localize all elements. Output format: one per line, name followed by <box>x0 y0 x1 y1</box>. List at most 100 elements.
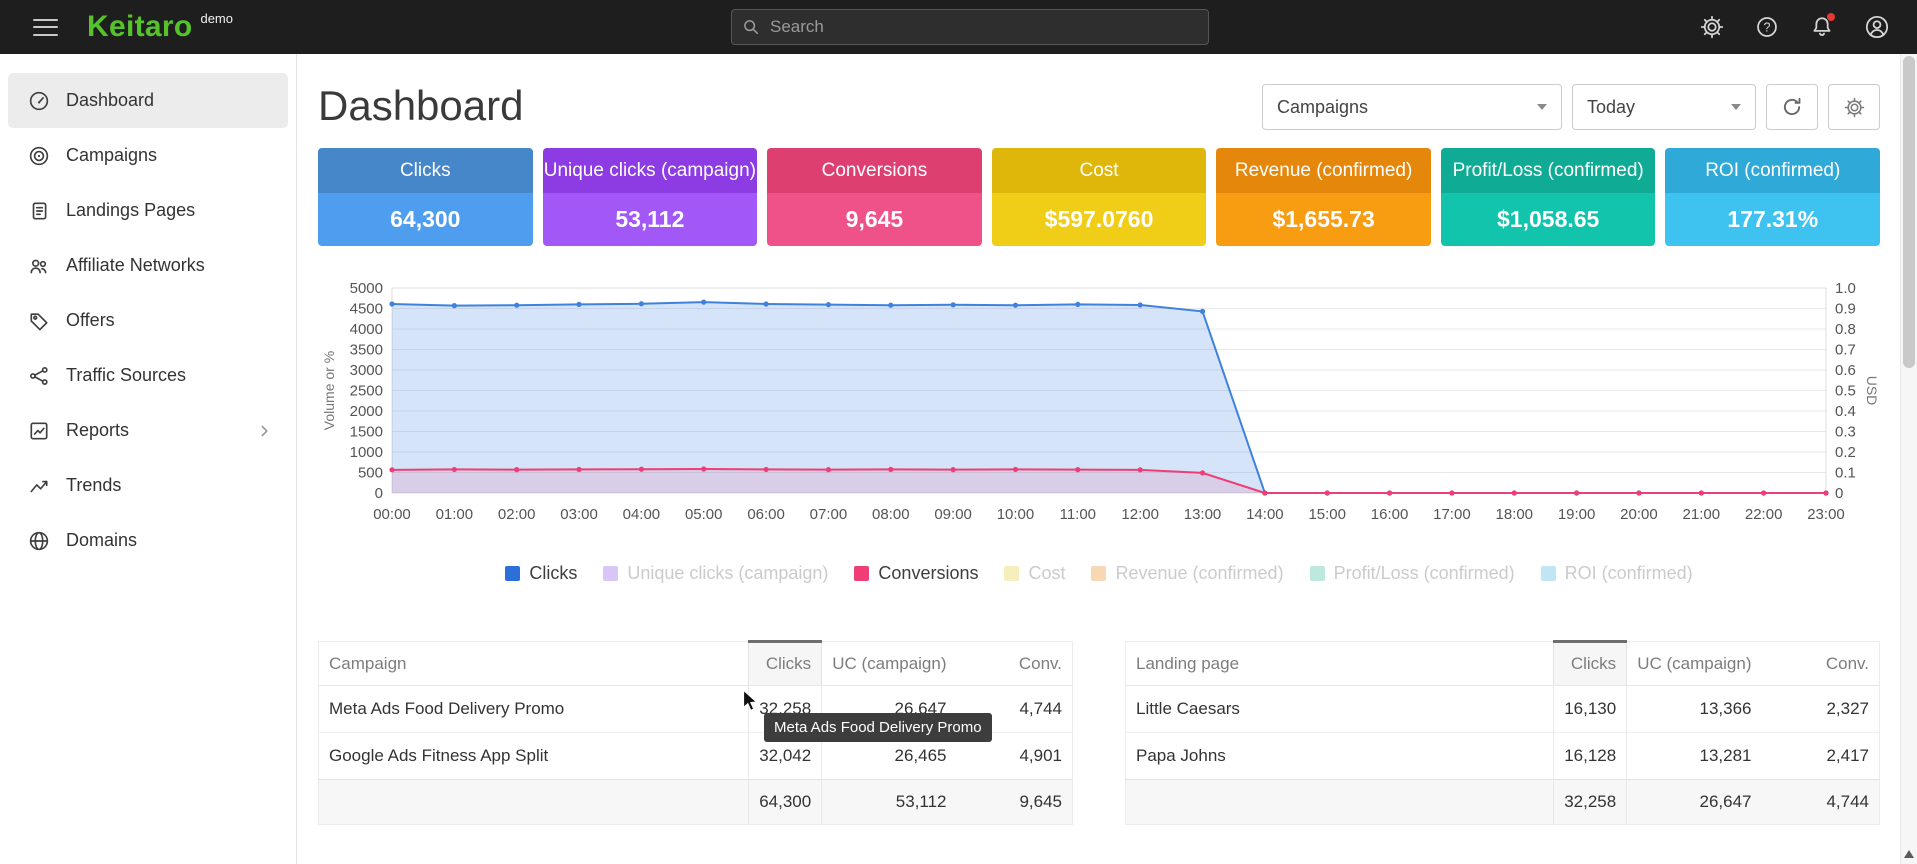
grouping-select[interactable]: Campaigns <box>1262 84 1562 130</box>
help-icon[interactable]: ? <box>1753 13 1781 41</box>
traffic-sources-icon <box>28 365 50 387</box>
stat-card-profit-loss-confirmed[interactable]: Profit/Loss (confirmed)$1,058.65 <box>1441 148 1656 246</box>
legend-item-cost[interactable]: Cost <box>1004 563 1065 584</box>
sidebar-item-campaigns[interactable]: Campaigns <box>8 128 288 183</box>
value-cell: 16,128 <box>1554 733 1627 780</box>
column-header-uc-campaign[interactable]: UC (campaign) <box>1627 642 1762 686</box>
svg-text:04:00: 04:00 <box>623 506 661 523</box>
svg-text:?: ? <box>1764 21 1771 35</box>
svg-text:02:00: 02:00 <box>498 506 536 523</box>
demo-badge: demo <box>200 11 233 26</box>
stat-card-value: 64,300 <box>318 193 533 246</box>
column-header-campaign[interactable]: Campaign <box>319 642 749 686</box>
hamburger-menu-icon[interactable] <box>33 19 58 36</box>
sidebar-item-label: Reports <box>66 420 129 441</box>
svg-text:0.6: 0.6 <box>1835 362 1856 379</box>
date-range-select[interactable]: Today <box>1572 84 1756 130</box>
stat-card-value: $597.0760 <box>992 193 1207 246</box>
value-cell: 16,130 <box>1554 686 1627 733</box>
sidebar-item-label: Offers <box>66 310 115 331</box>
row-tooltip: Meta Ads Food Delivery Promo <box>764 713 992 742</box>
svg-text:0.8: 0.8 <box>1835 321 1856 338</box>
column-header-clicks[interactable]: Clicks <box>749 642 822 686</box>
scroll-up-arrow-icon[interactable] <box>1904 850 1914 858</box>
reports-icon <box>28 420 50 442</box>
sidebar-item-label: Affiliate Networks <box>66 255 205 276</box>
svg-text:2000: 2000 <box>350 403 383 420</box>
sidebar-item-domains[interactable]: Domains <box>8 513 288 568</box>
table-row[interactable]: Papa Johns16,12813,2812,417 <box>1126 733 1880 780</box>
search-input[interactable] <box>768 16 1198 38</box>
sidebar-item-reports[interactable]: Reports <box>8 403 288 458</box>
svg-text:4000: 4000 <box>350 321 383 338</box>
column-header-clicks[interactable]: Clicks <box>1554 642 1627 686</box>
stat-card-conversions[interactable]: Conversions9,645 <box>767 148 982 246</box>
chevron-down-icon <box>1537 104 1547 110</box>
stat-card-label: ROI (confirmed) <box>1665 148 1880 193</box>
refresh-button[interactable] <box>1766 84 1818 130</box>
svg-text:0: 0 <box>1835 485 1843 502</box>
svg-text:19:00: 19:00 <box>1558 506 1596 523</box>
account-avatar-icon[interactable] <box>1863 13 1891 41</box>
legend-item-unique-clicks-campaign[interactable]: Unique clicks (campaign) <box>603 563 828 584</box>
landings-table: Landing pageClicksUC (campaign)Conv.Litt… <box>1125 640 1880 825</box>
dashboard-settings-button[interactable] <box>1828 84 1880 130</box>
sidebar-item-label: Traffic Sources <box>66 365 186 386</box>
svg-text:01:00: 01:00 <box>436 506 474 523</box>
sidebar-item-label: Trends <box>66 475 121 496</box>
table-row[interactable]: Little Caesars16,13013,3662,327 <box>1126 686 1880 733</box>
svg-text:12:00: 12:00 <box>1121 506 1159 523</box>
legend-item-roi-confirmed[interactable]: ROI (confirmed) <box>1541 563 1693 584</box>
totals-cell <box>319 780 749 825</box>
svg-text:500: 500 <box>358 465 383 482</box>
svg-text:5000: 5000 <box>350 280 383 297</box>
column-header-uc-campaign[interactable]: UC (campaign) <box>822 642 957 686</box>
totals-cell: 9,645 <box>957 780 1073 825</box>
sidebar-item-offers[interactable]: Offers <box>8 293 288 348</box>
column-header-landing-page[interactable]: Landing page <box>1126 642 1554 686</box>
value-cell: 2,417 <box>1762 733 1880 780</box>
legend-item-profit-loss-confirmed[interactable]: Profit/Loss (confirmed) <box>1310 563 1515 584</box>
svg-text:Volume or %: Volume or % <box>321 351 337 430</box>
stat-card-label: Cost <box>992 148 1207 193</box>
legend-item-revenue-confirmed[interactable]: Revenue (confirmed) <box>1091 563 1283 584</box>
row-name-cell: Google Ads Fitness App Split <box>319 733 749 780</box>
sidebar-item-traffic-sources[interactable]: Traffic Sources <box>8 348 288 403</box>
legend-item-clicks[interactable]: Clicks <box>505 563 577 584</box>
sidebar-item-dashboard[interactable]: Dashboard <box>8 73 288 128</box>
summary-tables: CampaignClicksUC (campaign)Conv.Meta Ads… <box>318 640 1880 825</box>
sidebar-item-landings-pages[interactable]: Landings Pages <box>8 183 288 238</box>
row-name-cell: Little Caesars <box>1126 686 1554 733</box>
legend-item-conversions[interactable]: Conversions <box>854 563 978 584</box>
stat-card-clicks[interactable]: Clicks64,300 <box>318 148 533 246</box>
gear-icon[interactable] <box>1698 13 1726 41</box>
stat-card-unique-clicks-campaign[interactable]: Unique clicks (campaign)53,112 <box>543 148 758 246</box>
notifications-bell-icon[interactable] <box>1808 13 1836 41</box>
svg-text:20:00: 20:00 <box>1620 506 1658 523</box>
totals-row: 32,25826,6474,744 <box>1126 780 1880 825</box>
column-header-conv[interactable]: Conv. <box>957 642 1073 686</box>
stat-card-value: 53,112 <box>543 193 758 246</box>
svg-text:16:00: 16:00 <box>1371 506 1409 523</box>
stat-card-cost[interactable]: Cost$597.0760 <box>992 148 1207 246</box>
stat-card-value: $1,655.73 <box>1216 193 1431 246</box>
trends-icon <box>28 475 50 497</box>
page-header: Dashboard Campaigns Today <box>318 82 1880 130</box>
svg-text:4500: 4500 <box>350 301 383 318</box>
svg-text:0.9: 0.9 <box>1835 301 1856 318</box>
svg-text:00:00: 00:00 <box>373 506 411 523</box>
legend-label: Conversions <box>878 563 978 584</box>
totals-cell: 53,112 <box>822 780 957 825</box>
stat-card-revenue-confirmed[interactable]: Revenue (confirmed)$1,655.73 <box>1216 148 1431 246</box>
sidebar-item-affiliate-networks[interactable]: Affiliate Networks <box>8 238 288 293</box>
totals-row: 64,30053,1129,645 <box>319 780 1073 825</box>
sidebar-item-trends[interactable]: Trends <box>8 458 288 513</box>
stat-card-roi-confirmed[interactable]: ROI (confirmed)177.31% <box>1665 148 1880 246</box>
totals-cell: 26,647 <box>1627 780 1762 825</box>
scrollbar-thumb[interactable] <box>1903 56 1915 368</box>
svg-text:0.4: 0.4 <box>1835 403 1856 420</box>
grouping-select-value: Campaigns <box>1277 97 1368 118</box>
column-header-conv[interactable]: Conv. <box>1762 642 1880 686</box>
legend-label: Profit/Loss (confirmed) <box>1334 563 1515 584</box>
stat-card-label: Unique clicks (campaign) <box>543 148 758 193</box>
